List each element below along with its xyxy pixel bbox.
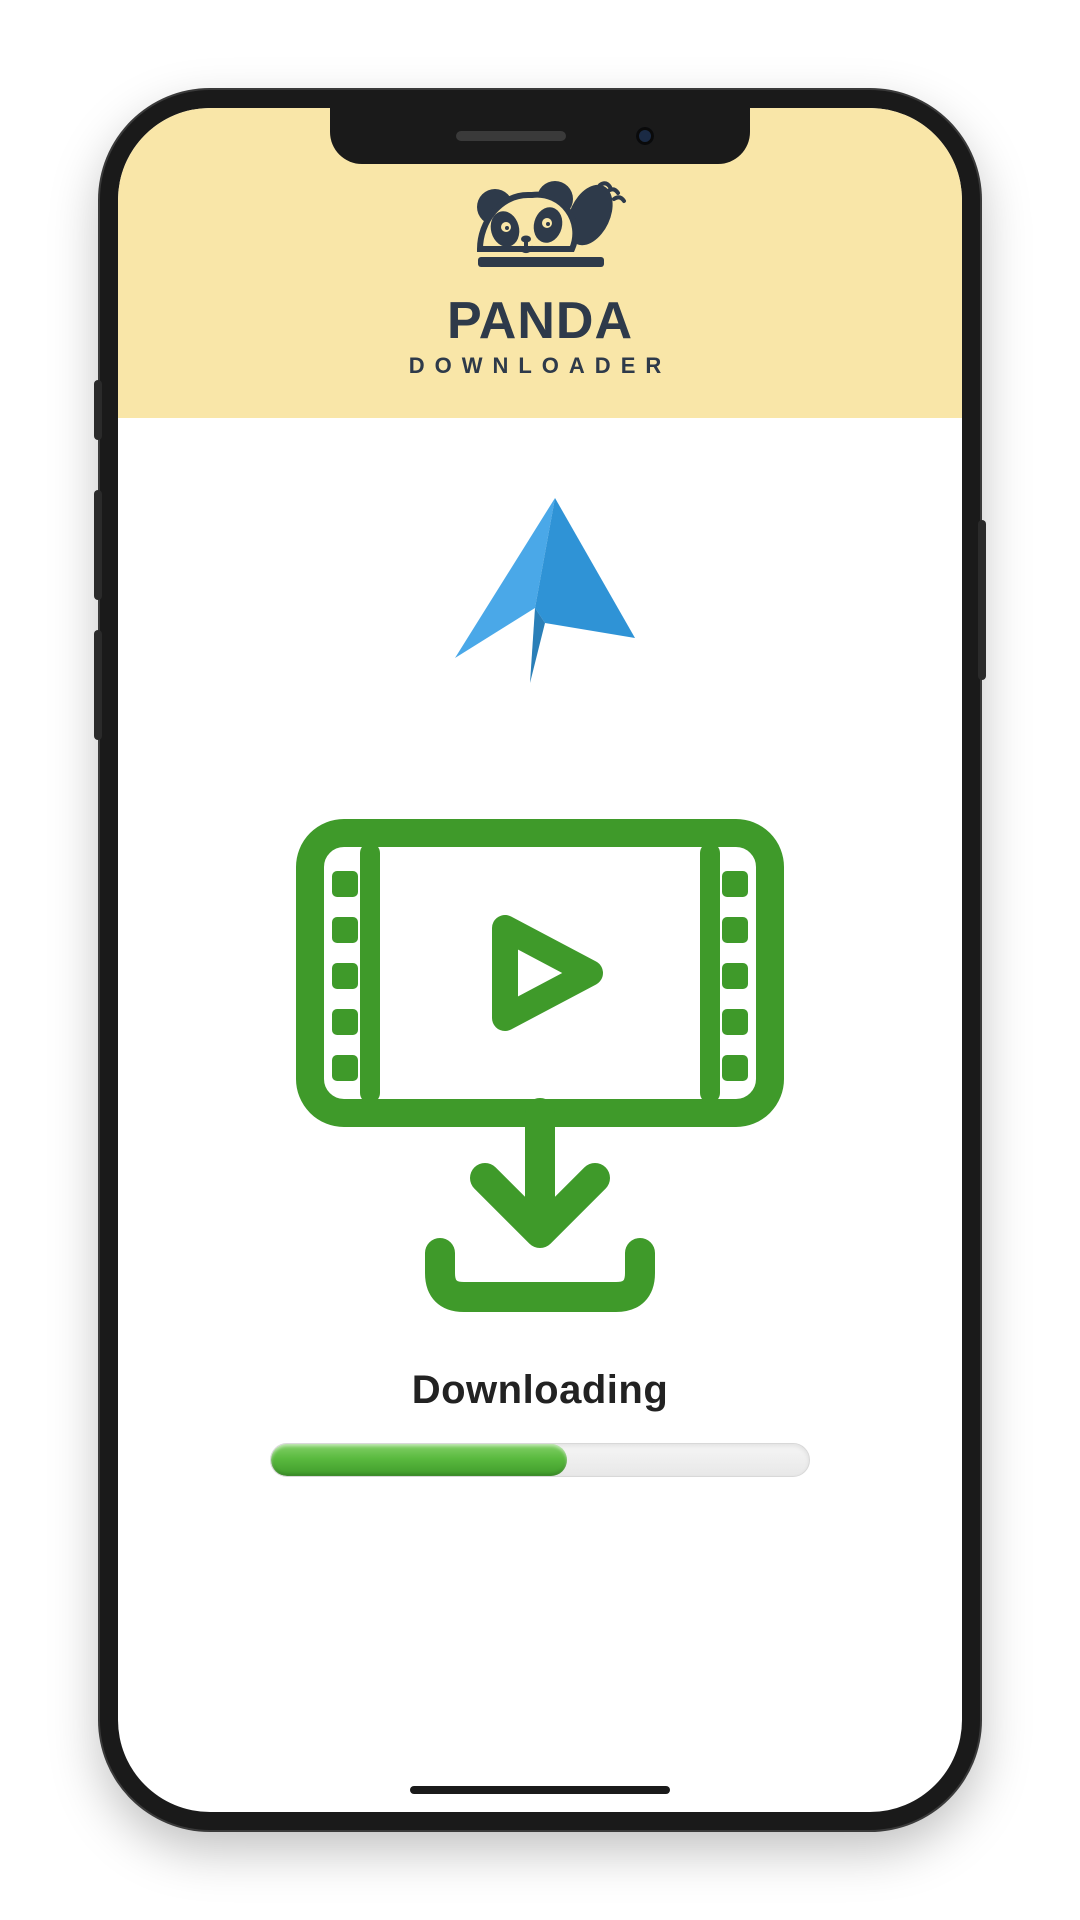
send-button[interactable] xyxy=(435,488,645,703)
phone-screen-bezel: PANDA DOWNLOADER xyxy=(118,108,962,1812)
phone-camera xyxy=(636,127,654,145)
main-content: Downloading xyxy=(118,418,962,1812)
download-progress-fill xyxy=(271,1444,567,1476)
panda-logo-icon xyxy=(440,177,640,297)
video-download-icon xyxy=(280,793,800,1313)
video-download-illustration xyxy=(280,793,800,1318)
brand-subtitle: DOWNLOADER xyxy=(409,353,672,379)
app-screen: PANDA DOWNLOADER xyxy=(118,108,962,1812)
phone-side-button xyxy=(94,380,102,440)
brand-title: PANDA xyxy=(409,291,672,351)
download-status-label: Downloading xyxy=(412,1368,669,1413)
download-progress-bar xyxy=(270,1443,810,1477)
phone-side-button xyxy=(94,490,102,600)
phone-frame: PANDA DOWNLOADER xyxy=(100,90,980,1830)
phone-notch xyxy=(330,108,750,164)
phone-speaker xyxy=(456,131,566,141)
paper-plane-icon xyxy=(435,488,645,698)
phone-side-button xyxy=(978,520,986,680)
app-logo: PANDA DOWNLOADER xyxy=(409,177,672,379)
phone-side-button xyxy=(94,630,102,740)
